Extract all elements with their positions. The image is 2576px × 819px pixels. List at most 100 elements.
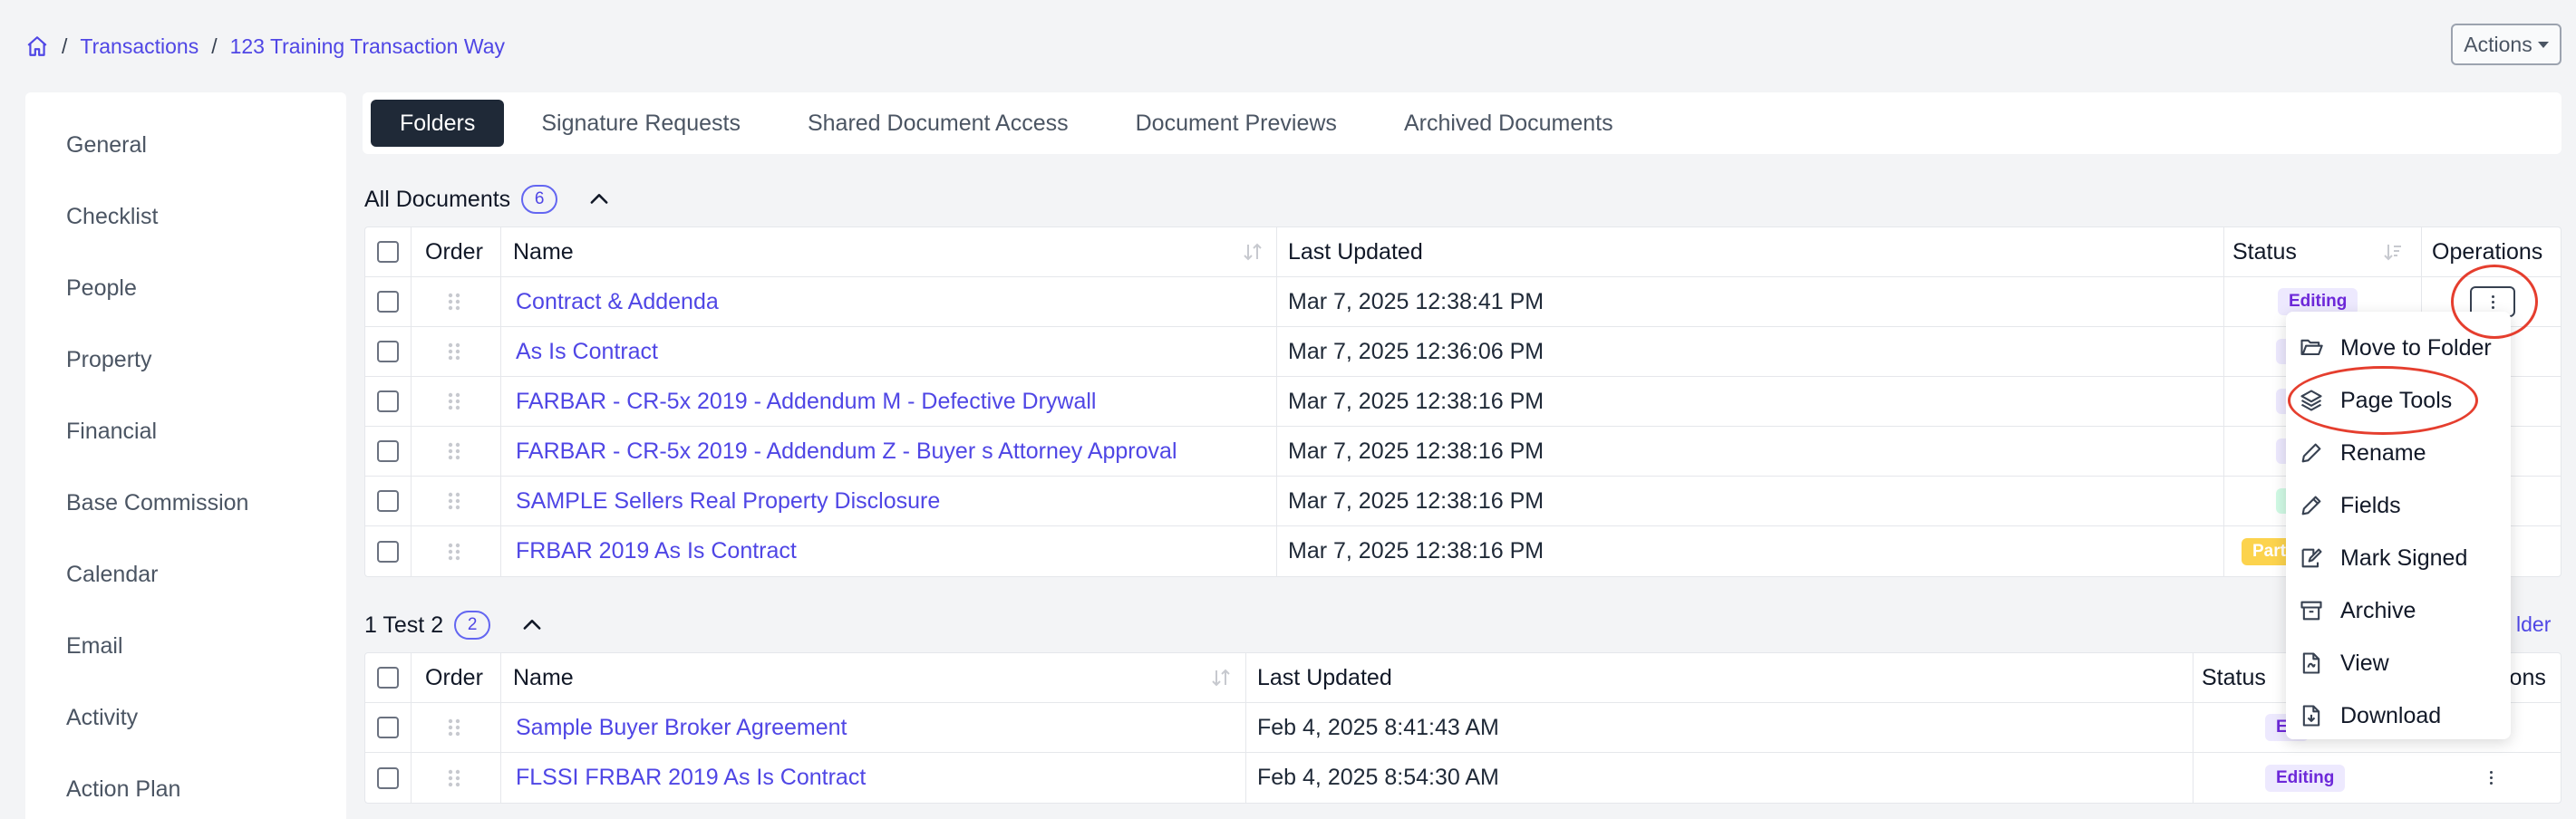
select-all-checkbox[interactable] [377,241,399,263]
menu-item-label: Rename [2340,439,2426,466]
menu-item-rename[interactable]: Rename [2299,435,2426,471]
archive-icon [2300,601,2322,621]
tab-shared-document-access[interactable]: Shared Document Access [774,100,1102,147]
section-title: All Documents [364,186,511,212]
drag-handle-icon[interactable] [447,292,461,312]
row-checkbox[interactable] [377,440,399,462]
sidebar-item-checklist[interactable]: Checklist [66,204,158,230]
sort-icon[interactable] [1211,667,1231,689]
annotation-circle [2451,265,2538,339]
row-checkbox[interactable] [377,766,399,789]
drag-handle-icon[interactable] [447,342,461,361]
column-header-order[interactable]: Order [425,227,483,276]
document-link[interactable]: Sample Buyer Broker Agreement [516,715,847,741]
sort-icon[interactable] [2383,241,2403,263]
table-header-row: Order Name Last Updated Status Operation… [365,227,2561,277]
sidebar-item-activity[interactable]: Activity [66,705,138,731]
actions-label: Actions [2464,32,2532,56]
chevron-up-icon[interactable] [586,187,612,212]
table-row: FARBAR - CR-5x 2019 - Addendum M - Defec… [365,377,2561,427]
signature-icon [2301,548,2322,568]
select-all-checkbox[interactable] [377,667,399,689]
document-link[interactable]: SAMPLE Sellers Real Property Disclosure [516,488,940,515]
section-title: 1 Test 2 [364,612,444,638]
column-header-last-updated[interactable]: Last Updated [1288,227,1423,276]
last-updated-value: Mar 7, 2025 12:38:16 PM [1288,438,1545,464]
last-updated-value: Feb 4, 2025 8:41:43 AM [1257,714,1499,740]
last-updated-value: Mar 7, 2025 12:38:16 PM [1288,487,1545,514]
breadcrumb-transaction[interactable]: 123 Training Transaction Way [230,34,505,59]
folder-open-icon [2300,339,2323,356]
annotation-circle [2288,366,2478,435]
section-header-all-documents: All Documents 6 [364,185,612,214]
drag-handle-icon[interactable] [447,718,461,737]
document-link[interactable]: FLSSI FRBAR 2019 As Is Contract [516,765,866,791]
column-header-order[interactable]: Order [425,653,483,702]
menu-item-label: Fields [2340,492,2401,518]
home-icon[interactable] [25,34,49,58]
sidebar-item-financial[interactable]: Financial [66,419,157,445]
sidebar-item-people[interactable]: People [66,275,137,302]
column-header-status[interactable]: Status [2202,653,2266,702]
drag-handle-icon[interactable] [447,391,461,411]
menu-item-fields[interactable]: Fields [2299,487,2401,524]
chevron-up-icon[interactable] [519,612,545,638]
row-checkbox[interactable] [377,291,399,313]
menu-item-label: Archive [2340,597,2416,623]
documents-table-folder: Order Name Last Updated Status ions Samp… [364,652,2561,804]
table-row: SAMPLE Sellers Real Property Disclosure … [365,477,2561,526]
table-row: As Is Contract Mar 7, 2025 12:36:06 PM [365,327,2561,377]
drag-handle-icon[interactable] [447,491,461,511]
add-folder-link[interactable]: lder [2516,612,2551,637]
column-header-last-updated[interactable]: Last Updated [1257,653,1392,702]
last-updated-value: Mar 7, 2025 12:38:16 PM [1288,388,1545,414]
document-link[interactable]: FARBAR - CR-5x 2019 - Addendum Z - Buyer… [516,438,1177,465]
document-link[interactable]: FRBAR 2019 As Is Contract [516,538,797,564]
document-link[interactable]: FARBAR - CR-5x 2019 - Addendum M - Defec… [516,389,1097,415]
kebab-icon[interactable] [2490,771,2493,785]
file-download-icon [2302,705,2320,727]
sidebar-item-general[interactable]: General [66,132,147,159]
table-row: FRBAR 2019 As Is Contract Mar 7, 2025 12… [365,526,2561,576]
caret-down-icon [2537,41,2549,48]
document-link[interactable]: Contract & Addenda [516,289,719,315]
actions-button[interactable]: Actions [2451,24,2561,65]
tab-document-previews[interactable]: Document Previews [1102,100,1370,147]
last-updated-value: Mar 7, 2025 12:36:06 PM [1288,338,1545,364]
drag-handle-icon[interactable] [447,768,461,788]
sidebar-item-property[interactable]: Property [66,347,151,373]
menu-item-label: Mark Signed [2340,544,2468,571]
column-header-name[interactable]: Name [513,653,574,702]
breadcrumb: / Transactions / 123 Training Transactio… [25,31,505,62]
breadcrumb-transactions[interactable]: Transactions [80,34,199,59]
tab-archived-documents[interactable]: Archived Documents [1370,100,1647,147]
menu-item-label: Move to Folder [2340,334,2492,361]
sidebar-item-email[interactable]: Email [66,633,123,660]
row-checkbox[interactable] [377,717,399,738]
menu-item-view[interactable]: View [2299,645,2389,681]
drag-handle-icon[interactable] [447,441,461,461]
file-pdf-icon [2302,652,2320,674]
tab-signature-requests[interactable]: Signature Requests [508,100,774,147]
drag-handle-icon[interactable] [447,542,461,562]
last-updated-value: Mar 7, 2025 12:38:16 PM [1288,538,1545,564]
menu-item-move-to-folder[interactable]: Move to Folder [2299,330,2492,366]
breadcrumb-separator: / [211,34,218,58]
row-checkbox[interactable] [377,540,399,563]
pencil-icon [2301,443,2321,463]
sidebar-item-calendar[interactable]: Calendar [66,562,158,588]
menu-item-mark-signed[interactable]: Mark Signed [2299,540,2467,576]
section-header-folder: 1 Test 2 2 [364,611,545,640]
menu-item-download[interactable]: Download [2299,698,2441,734]
column-header-status[interactable]: Status [2232,227,2297,276]
row-checkbox[interactable] [377,341,399,362]
tab-folders[interactable]: Folders [371,100,505,147]
sidebar-item-base-commission[interactable]: Base Commission [66,490,248,516]
menu-item-archive[interactable]: Archive [2299,593,2416,629]
row-checkbox[interactable] [377,490,399,512]
document-link[interactable]: As Is Contract [516,339,658,365]
row-checkbox[interactable] [377,390,399,412]
sidebar-item-action-plan[interactable]: Action Plan [66,776,180,803]
sort-icon[interactable] [1243,241,1263,263]
column-header-name[interactable]: Name [513,227,574,276]
